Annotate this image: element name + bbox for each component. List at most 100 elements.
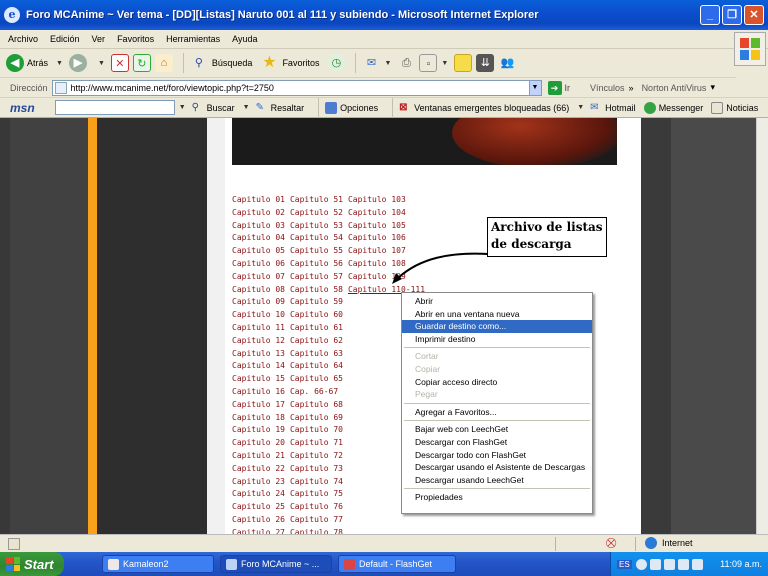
chapter-link[interactable]: Capitulo 77: [290, 515, 343, 524]
context-menu-item[interactable]: Copiar acceso directo: [402, 376, 592, 389]
chapter-link[interactable]: Capitulo 63: [290, 349, 343, 358]
chapter-link[interactable]: Capitulo 71: [290, 438, 343, 447]
chapter-link[interactable]: Capitulo 05: [232, 246, 285, 255]
links-label[interactable]: Vínculos: [590, 83, 625, 93]
tray-icon-1[interactable]: [649, 558, 661, 570]
title-bar[interactable]: e Foro MCAnime ~ Ver tema - [DD][Listas]…: [0, 0, 768, 30]
chapter-link[interactable]: Capitulo 22: [232, 464, 285, 473]
chapter-link[interactable]: Capitulo 57: [290, 272, 343, 281]
chapter-link[interactable]: Capitulo 72: [290, 451, 343, 460]
chapter-link[interactable]: Capitulo 02: [232, 208, 285, 217]
mail-dropdown-icon[interactable]: ▼: [384, 60, 391, 67]
chapter-link[interactable]: Capitulo 26: [232, 515, 285, 524]
chapter-link[interactable]: Capitulo 60: [290, 310, 343, 319]
tray-icon-3[interactable]: [677, 558, 689, 570]
print-icon[interactable]: ⎙: [397, 54, 415, 72]
refresh-icon[interactable]: ↻: [132, 54, 151, 72]
context-menu-item[interactable]: Guardar destino como...: [402, 320, 592, 333]
context-menu-item[interactable]: Descargar usando LeechGet: [402, 474, 592, 487]
history-icon[interactable]: ◷: [327, 54, 346, 72]
news-button[interactable]: Noticias: [711, 101, 758, 114]
chapter-link[interactable]: Capitulo 21: [232, 451, 285, 460]
chapter-link[interactable]: Capitulo 20: [232, 438, 285, 447]
context-menu-item[interactable]: Descargar usando el Asistente de Descarg…: [402, 461, 592, 474]
menu-edicion[interactable]: Edición: [50, 34, 80, 44]
chapter-link[interactable]: Capitulo 51: [290, 195, 343, 204]
back-button[interactable]: ◀ Atrás: [6, 54, 48, 72]
chapter-link[interactable]: Capitulo 04: [232, 233, 285, 242]
chapter-link[interactable]: Capitulo 01: [232, 195, 285, 204]
msn-search-options-icon[interactable]: ▼: [243, 104, 250, 111]
taskbar-item-foro[interactable]: Foro MCAnime ~ ...: [220, 555, 332, 573]
chapter-link[interactable]: Capitulo 17: [232, 400, 285, 409]
msn-search-button[interactable]: ⚲ Buscar: [192, 102, 235, 114]
chapter-link[interactable]: Capitulo 56: [290, 259, 343, 268]
chevron-right-icon[interactable]: »: [629, 83, 634, 93]
chapter-link[interactable]: Capitulo 58: [290, 285, 343, 294]
chapter-link[interactable]: Capitulo 70: [290, 425, 343, 434]
context-menu-item[interactable]: Abrir: [402, 295, 592, 308]
page-viewport[interactable]: Capitulo 01 Capitulo 51 Capitulo 103 Capitu…: [0, 118, 768, 534]
chapter-link[interactable]: Capitulo 76: [290, 502, 343, 511]
chapter-link[interactable]: Capitulo 105: [348, 221, 406, 230]
search-button[interactable]: ⚲ Búsqueda: [190, 54, 253, 72]
msn-search-dropdown-icon[interactable]: ▼: [179, 104, 186, 111]
language-indicator[interactable]: ES: [617, 559, 632, 569]
popup-status-icon[interactable]: ⛒: [606, 538, 620, 550]
tray-arrow-icon[interactable]: [635, 558, 647, 570]
chapter-link[interactable]: Capitulo 13: [232, 349, 285, 358]
chapter-link[interactable]: Capitulo 09: [232, 297, 285, 306]
menu-ayuda[interactable]: Ayuda: [232, 34, 257, 44]
home-icon[interactable]: ⌂: [154, 54, 173, 72]
chapter-link[interactable]: Capitulo 12: [232, 336, 285, 345]
norton-dropdown-icon[interactable]: ▾: [710, 82, 715, 93]
chapter-link[interactable]: Capitulo 73: [290, 464, 343, 473]
chapter-link[interactable]: Capitulo 62: [290, 336, 343, 345]
start-button[interactable]: Start: [0, 552, 64, 576]
menu-herramientas[interactable]: Herramientas: [166, 34, 220, 44]
close-button[interactable]: ✕: [744, 5, 764, 25]
edit-dropdown-icon[interactable]: ▼: [441, 60, 448, 67]
chapter-link[interactable]: Capitulo 103: [348, 195, 406, 204]
messenger-toolbar-icon[interactable]: 👥: [498, 54, 516, 72]
popup-dropdown-icon[interactable]: ▼: [577, 104, 584, 111]
chapter-link[interactable]: Capitulo 10: [232, 310, 285, 319]
edit-icon[interactable]: ▫: [419, 54, 438, 72]
minimize-button[interactable]: _: [700, 5, 720, 25]
forward-dropdown-icon[interactable]: ▼: [98, 60, 105, 67]
norton-label[interactable]: Norton AntiVirus: [642, 83, 707, 93]
chapter-link[interactable]: Capitulo 16: [232, 387, 285, 396]
context-menu-item[interactable]: Descargar todo con FlashGet: [402, 449, 592, 462]
chapter-link[interactable]: Capitulo 06: [232, 259, 285, 268]
security-zone[interactable]: Internet: [645, 537, 693, 549]
chapter-link[interactable]: Capitulo 24: [232, 489, 285, 498]
options-button[interactable]: Opciones: [325, 101, 378, 114]
discuss-icon[interactable]: [454, 54, 473, 72]
menu-archivo[interactable]: Archivo: [8, 34, 38, 44]
chapter-link[interactable]: Capitulo 19: [232, 425, 285, 434]
taskbar-item-kamaleon[interactable]: Kamaleon2: [102, 555, 214, 573]
address-input[interactable]: http://www.mcanime.net/foro/viewtopic.ph…: [51, 79, 542, 96]
chapter-link[interactable]: Capitulo 53: [290, 221, 343, 230]
maximize-button[interactable]: ❐: [722, 5, 742, 25]
chapter-link[interactable]: Capitulo 07: [232, 272, 285, 281]
chapter-link[interactable]: Capitulo 75: [290, 489, 343, 498]
chapter-link[interactable]: Capitulo 11: [232, 323, 285, 332]
stop-icon[interactable]: ✕: [110, 54, 129, 72]
address-dropdown-icon[interactable]: ▼: [528, 80, 541, 95]
context-menu-item[interactable]: Propiedades: [402, 491, 592, 504]
chapter-link[interactable]: Cap. 66-67: [290, 387, 338, 396]
chapter-link[interactable]: Capitulo 23: [232, 477, 285, 486]
context-menu-item[interactable]: Imprimir destino: [402, 333, 592, 346]
hotmail-button[interactable]: ✉ Hotmail: [590, 102, 636, 114]
flashget-icon[interactable]: ⇊: [476, 54, 495, 72]
context-menu-item[interactable]: Abrir en una ventana nueva: [402, 308, 592, 321]
chapter-link[interactable]: Capitulo 69: [290, 413, 343, 422]
menu-favoritos[interactable]: Favoritos: [117, 34, 154, 44]
mail-icon[interactable]: ✉: [362, 54, 380, 72]
back-dropdown-icon[interactable]: ▼: [56, 60, 63, 67]
chapter-link[interactable]: Capitulo 61: [290, 323, 343, 332]
chapter-link[interactable]: Capitulo 106: [348, 233, 406, 242]
chapter-link[interactable]: Capitulo 68: [290, 400, 343, 409]
favorites-button[interactable]: ★ Favoritos: [260, 54, 319, 72]
